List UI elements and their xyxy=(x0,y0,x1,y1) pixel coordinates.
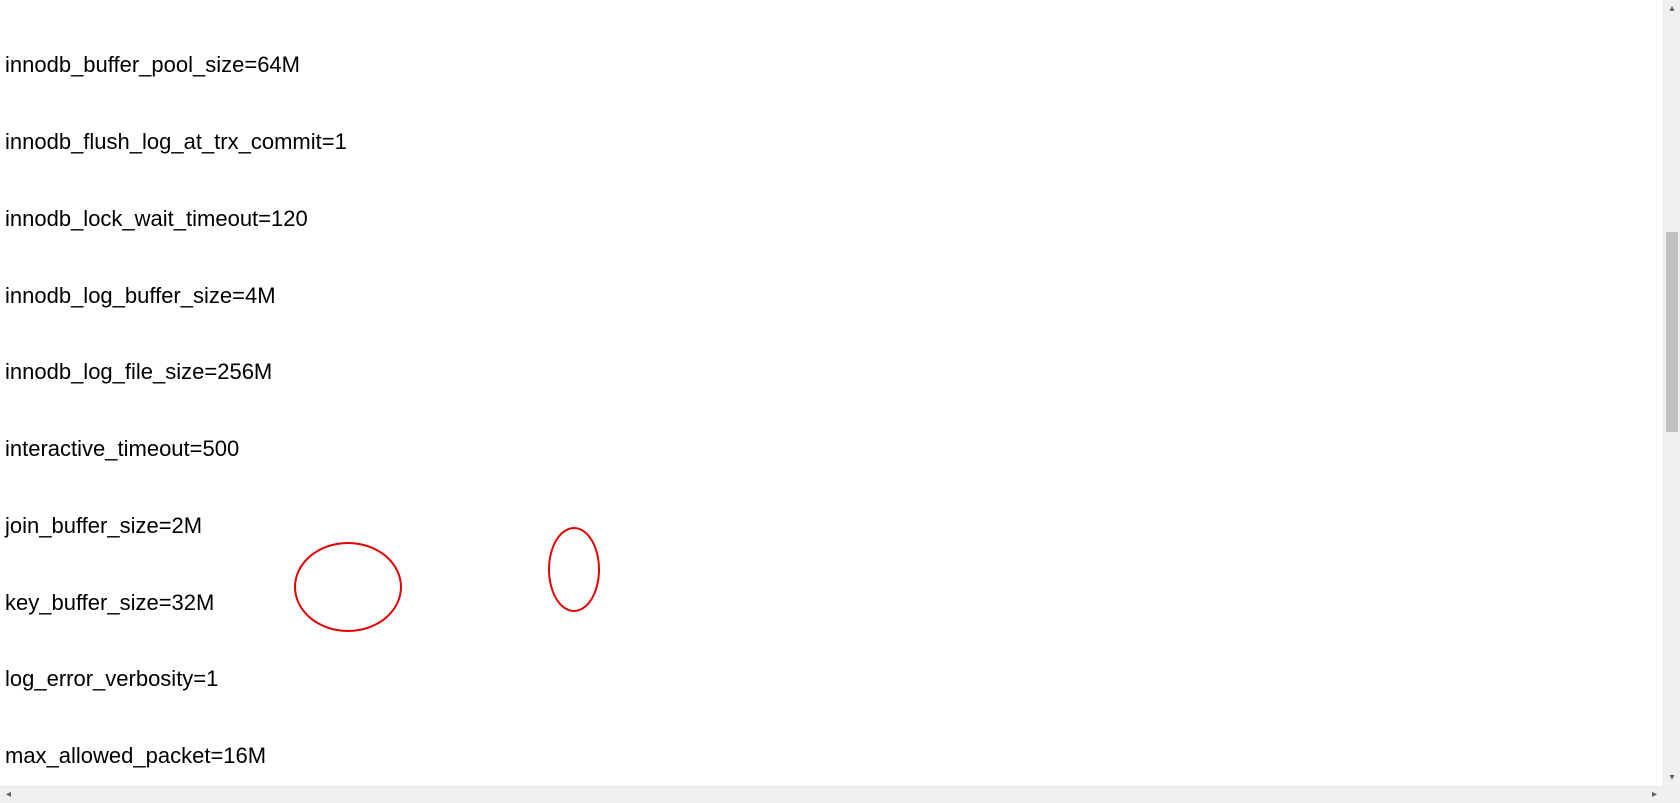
config-line[interactable]: innodb_log_buffer_size=4M xyxy=(5,283,1658,309)
config-line[interactable]: innodb_log_file_size=256M xyxy=(5,359,1658,385)
vertical-scrollbar[interactable]: ▴ ▾ xyxy=(1663,0,1680,786)
text-editor-viewport[interactable]: innodb_buffer_pool_size=64M innodb_flush… xyxy=(0,0,1663,786)
scroll-up-arrow-icon[interactable]: ▴ xyxy=(1664,0,1680,17)
scroll-left-arrow-icon[interactable]: ◂ xyxy=(0,787,17,803)
config-line[interactable]: key_buffer_size=32M xyxy=(5,590,1658,616)
scrollbar-corner xyxy=(1663,786,1680,803)
config-line[interactable]: innodb_buffer_pool_size=64M xyxy=(5,52,1658,78)
horizontal-scroll-track[interactable] xyxy=(17,787,1646,803)
vertical-scroll-track[interactable] xyxy=(1664,17,1680,769)
annotation-circle-1 xyxy=(294,542,402,632)
config-line[interactable]: innodb_flush_log_at_trx_commit=1 xyxy=(5,129,1658,155)
scroll-down-arrow-icon[interactable]: ▾ xyxy=(1664,769,1680,786)
config-line[interactable]: innodb_lock_wait_timeout=120 xyxy=(5,206,1658,232)
scroll-right-arrow-icon[interactable]: ▸ xyxy=(1646,787,1663,803)
config-line[interactable]: max_allowed_packet=16M xyxy=(5,743,1658,769)
vertical-scroll-thumb[interactable] xyxy=(1666,232,1678,432)
config-text[interactable]: innodb_buffer_pool_size=64M innodb_flush… xyxy=(0,0,1663,786)
horizontal-scrollbar[interactable]: ◂ ▸ xyxy=(0,786,1663,803)
config-line[interactable]: interactive_timeout=500 xyxy=(5,436,1658,462)
config-line[interactable]: join_buffer_size=2M xyxy=(5,513,1658,539)
config-line[interactable]: log_error_verbosity=1 xyxy=(5,666,1658,692)
annotation-layer xyxy=(0,0,37,102)
